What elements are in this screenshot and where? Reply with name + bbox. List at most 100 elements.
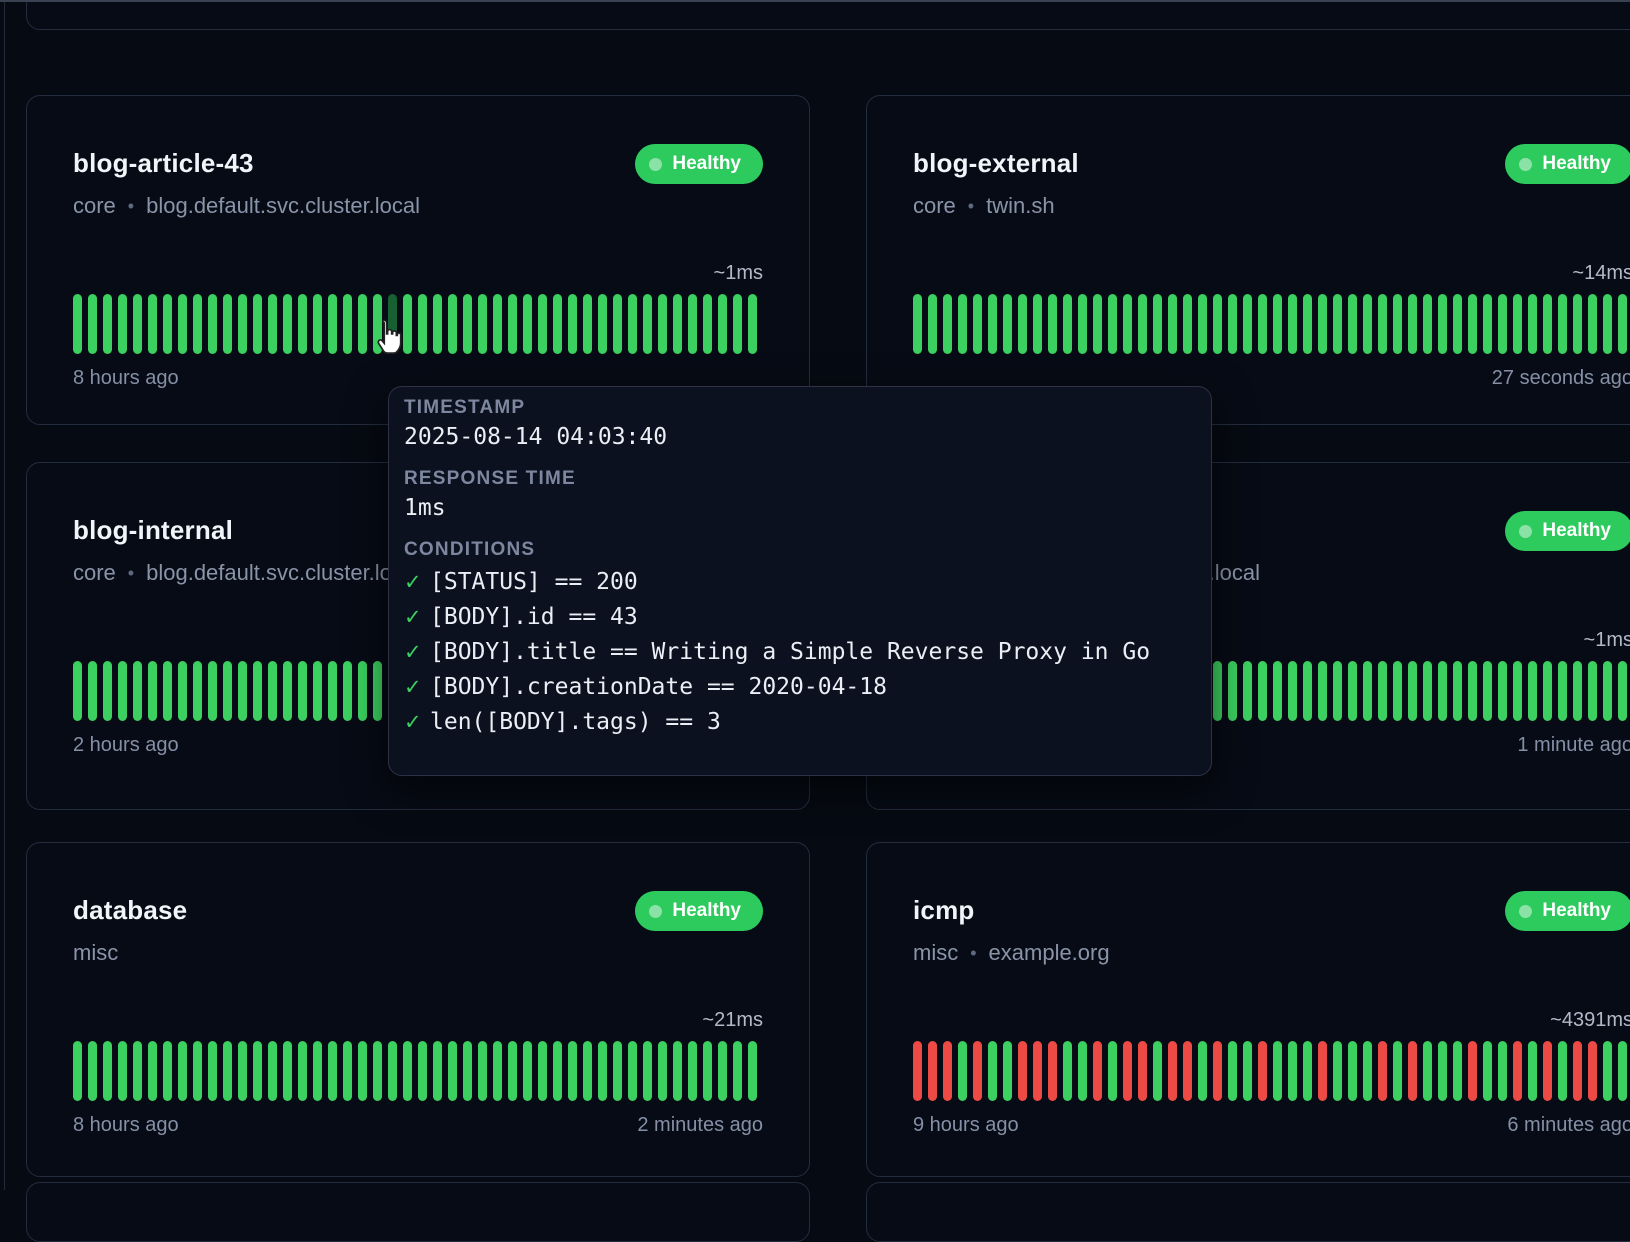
uptime-bar[interactable] [1078, 1041, 1087, 1101]
uptime-bar[interactable] [238, 294, 247, 354]
uptime-bar[interactable] [1378, 1041, 1387, 1101]
uptime-bar[interactable] [1438, 1041, 1447, 1101]
uptime-bar[interactable] [298, 661, 307, 721]
uptime-bar[interactable] [523, 1041, 532, 1101]
uptime-bar[interactable] [1618, 1041, 1627, 1101]
uptime-bar[interactable] [718, 1041, 727, 1101]
uptime-bar[interactable] [1513, 294, 1522, 354]
uptime-bar[interactable] [928, 1041, 937, 1101]
uptime-bar[interactable] [508, 294, 517, 354]
uptime-bar[interactable] [133, 294, 142, 354]
uptime-bar[interactable] [733, 294, 742, 354]
uptime-bar[interactable] [568, 1041, 577, 1101]
uptime-bar[interactable] [1063, 294, 1072, 354]
uptime-bar[interactable] [1003, 1041, 1012, 1101]
uptime-bar[interactable] [463, 294, 472, 354]
uptime-bar[interactable] [313, 661, 322, 721]
uptime-bar[interactable] [358, 294, 367, 354]
uptime-bar[interactable] [1063, 1041, 1072, 1101]
uptime-bar[interactable] [1558, 294, 1567, 354]
uptime-bar[interactable] [1213, 294, 1222, 354]
uptime-bar[interactable] [1543, 1041, 1552, 1101]
uptime-bar[interactable] [583, 1041, 592, 1101]
uptime-bar[interactable] [238, 1041, 247, 1101]
uptime-bar[interactable] [1048, 1041, 1057, 1101]
uptime-bar[interactable] [1483, 1041, 1492, 1101]
uptime-bar[interactable] [1498, 661, 1507, 721]
uptime-bar[interactable] [673, 294, 682, 354]
uptime-bar[interactable] [1348, 294, 1357, 354]
uptime-bar[interactable] [1213, 1041, 1222, 1101]
uptime-bar[interactable] [1228, 661, 1237, 721]
uptime-bar[interactable] [1198, 294, 1207, 354]
uptime-bar[interactable] [1318, 1041, 1327, 1101]
uptime-bar[interactable] [943, 294, 952, 354]
uptime-bar[interactable] [1438, 294, 1447, 354]
uptime-bar[interactable] [1543, 661, 1552, 721]
uptime-bar[interactable] [1078, 294, 1087, 354]
uptime-bar[interactable] [598, 294, 607, 354]
uptime-bar[interactable] [1258, 294, 1267, 354]
uptime-bar[interactable] [358, 661, 367, 721]
uptime-bar[interactable] [1363, 1041, 1372, 1101]
uptime-bar[interactable] [1033, 294, 1042, 354]
uptime-bar[interactable] [343, 661, 352, 721]
uptime-bar[interactable] [1588, 1041, 1597, 1101]
uptime-bar[interactable] [1228, 294, 1237, 354]
endpoint-card-blog-article-43[interactable]: blog-article-43 Healthy core • blog.defa… [26, 95, 810, 425]
endpoint-card-icmp[interactable]: icmp Healthy misc • example.org ~4391ms … [866, 842, 1630, 1177]
uptime-bar[interactable] [1213, 661, 1222, 721]
uptime-bar[interactable] [268, 294, 277, 354]
uptime-bar[interactable] [403, 1041, 412, 1101]
uptime-bar[interactable] [703, 1041, 712, 1101]
uptime-bar[interactable] [1018, 294, 1027, 354]
uptime-bar[interactable] [1168, 294, 1177, 354]
uptime-bar[interactable] [1573, 661, 1582, 721]
uptime-bar[interactable] [73, 1041, 82, 1101]
uptime-bar[interactable] [1288, 294, 1297, 354]
uptime-bar[interactable] [373, 1041, 382, 1101]
uptime-bar[interactable] [1333, 294, 1342, 354]
uptime-bar[interactable] [1183, 1041, 1192, 1101]
uptime-bar[interactable] [133, 661, 142, 721]
uptime-bar[interactable] [418, 294, 427, 354]
uptime-bar[interactable] [1273, 294, 1282, 354]
uptime-bar[interactable] [1243, 294, 1252, 354]
uptime-bar[interactable] [1243, 661, 1252, 721]
uptime-bar[interactable] [1393, 294, 1402, 354]
uptime-bar[interactable] [193, 294, 202, 354]
uptime-bar[interactable] [748, 1041, 757, 1101]
uptime-bar[interactable] [1408, 1041, 1417, 1101]
uptime-bar[interactable] [1228, 1041, 1237, 1101]
uptime-bar[interactable] [253, 1041, 262, 1101]
uptime-bar[interactable] [1003, 294, 1012, 354]
uptime-bar[interactable] [1378, 294, 1387, 354]
uptime-bar[interactable] [148, 661, 157, 721]
uptime-bar[interactable] [163, 294, 172, 354]
uptime-bar[interactable] [118, 661, 127, 721]
uptime-bar[interactable] [103, 661, 112, 721]
uptime-bar[interactable] [1423, 661, 1432, 721]
uptime-bar[interactable] [1048, 294, 1057, 354]
uptime-bar[interactable] [583, 294, 592, 354]
uptime-bar[interactable] [1468, 294, 1477, 354]
uptime-bar[interactable] [1573, 1041, 1582, 1101]
uptime-bar[interactable] [973, 294, 982, 354]
uptime-bar[interactable] [1303, 661, 1312, 721]
uptime-bar[interactable] [373, 661, 382, 721]
uptime-bar[interactable] [1543, 294, 1552, 354]
uptime-bar[interactable] [913, 294, 922, 354]
uptime-bar[interactable] [1558, 1041, 1567, 1101]
uptime-bar[interactable] [433, 1041, 442, 1101]
uptime-bar[interactable] [1528, 1041, 1537, 1101]
uptime-bar[interactable] [103, 294, 112, 354]
uptime-bar[interactable] [1408, 661, 1417, 721]
uptime-bar[interactable] [628, 1041, 637, 1101]
uptime-bar[interactable] [1288, 1041, 1297, 1101]
uptime-bar[interactable] [283, 1041, 292, 1101]
uptime-bar[interactable] [298, 294, 307, 354]
uptime-bar[interactable] [178, 661, 187, 721]
uptime-bar[interactable] [628, 294, 637, 354]
uptime-bar[interactable] [973, 1041, 982, 1101]
uptime-bar[interactable] [658, 294, 667, 354]
